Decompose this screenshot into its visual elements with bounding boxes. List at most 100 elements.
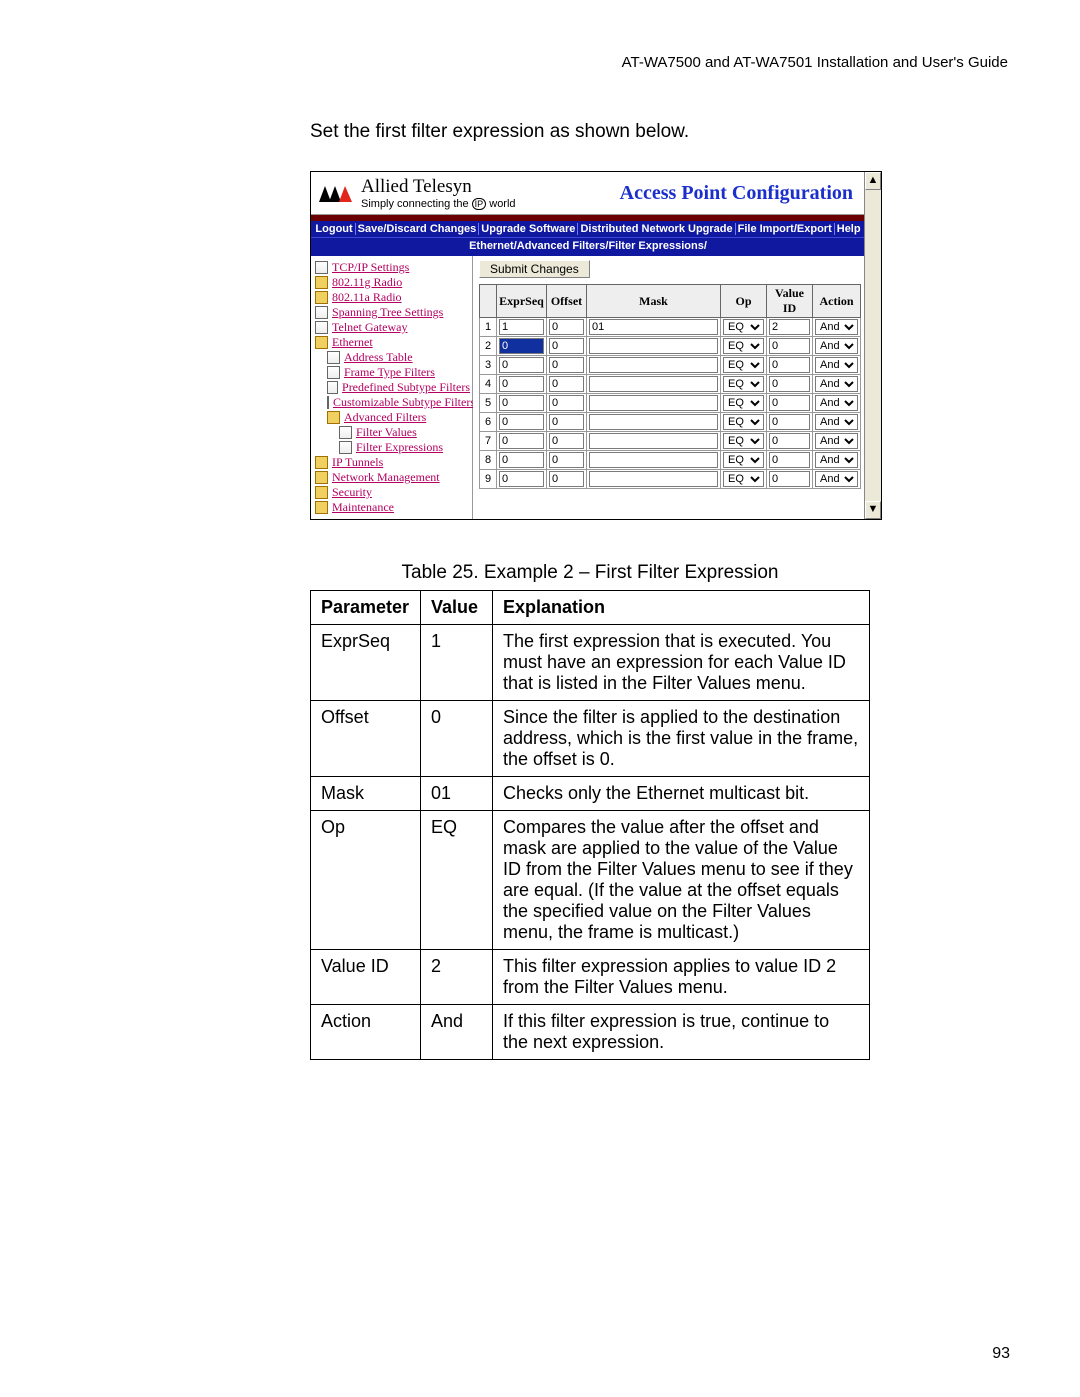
- valueid-input[interactable]: [769, 471, 810, 487]
- op-select[interactable]: EQ: [723, 471, 764, 487]
- nav-item[interactable]: Telnet Gateway: [315, 320, 470, 335]
- action-select[interactable]: And: [815, 338, 858, 354]
- nav-link[interactable]: Ethernet: [332, 335, 373, 350]
- action-select[interactable]: And: [815, 414, 858, 430]
- nav-item[interactable]: Advanced Filters: [315, 410, 470, 425]
- cmdbar-item[interactable]: Upgrade Software: [479, 223, 578, 235]
- mask-input[interactable]: [589, 471, 718, 487]
- nav-item[interactable]: Security: [315, 485, 470, 500]
- nav-link[interactable]: Advanced Filters: [344, 410, 426, 425]
- action-select[interactable]: And: [815, 433, 858, 449]
- cmdbar-item[interactable]: Logout: [313, 223, 355, 235]
- op-select[interactable]: EQ: [723, 319, 764, 335]
- mask-input[interactable]: [589, 376, 718, 392]
- nav-link[interactable]: Customizable Subtype Filters: [333, 395, 475, 410]
- valueid-input[interactable]: [769, 395, 810, 411]
- nav-link[interactable]: 802.11a Radio: [332, 290, 402, 305]
- action-select[interactable]: And: [815, 357, 858, 373]
- valueid-input[interactable]: [769, 414, 810, 430]
- nav-item[interactable]: Address Table: [315, 350, 470, 365]
- nav-item[interactable]: Network Management: [315, 470, 470, 485]
- exprseq-input[interactable]: [499, 357, 544, 373]
- op-select[interactable]: EQ: [723, 414, 764, 430]
- scrollbar[interactable]: ▲ ▼: [864, 172, 881, 519]
- action-select[interactable]: And: [815, 376, 858, 392]
- op-select[interactable]: EQ: [723, 376, 764, 392]
- valueid-input[interactable]: [769, 452, 810, 468]
- offset-input[interactable]: [549, 452, 584, 468]
- nav-link[interactable]: Network Management: [332, 470, 440, 485]
- op-select[interactable]: EQ: [723, 357, 764, 373]
- nav-item[interactable]: Filter Values: [315, 425, 470, 440]
- nav-item[interactable]: 802.11g Radio: [315, 275, 470, 290]
- nav-link[interactable]: TCP/IP Settings: [332, 260, 409, 275]
- cmdbar-item[interactable]: Distributed Network Upgrade: [578, 223, 735, 235]
- valueid-input[interactable]: [769, 338, 810, 354]
- mask-input[interactable]: [589, 395, 718, 411]
- action-select[interactable]: And: [815, 471, 858, 487]
- offset-input[interactable]: [549, 471, 584, 487]
- op-select[interactable]: EQ: [723, 433, 764, 449]
- scroll-up-icon[interactable]: ▲: [865, 172, 881, 190]
- action-select[interactable]: And: [815, 395, 858, 411]
- nav-item[interactable]: Predefined Subtype Filters: [315, 380, 470, 395]
- valueid-input[interactable]: [769, 319, 810, 335]
- nav-link[interactable]: Security: [332, 485, 372, 500]
- exprseq-input[interactable]: [499, 338, 544, 354]
- nav-link[interactable]: 802.11g Radio: [332, 275, 402, 290]
- nav-link[interactable]: Filter Values: [356, 425, 417, 440]
- submit-changes-button[interactable]: Submit Changes: [479, 260, 590, 278]
- nav-item[interactable]: Ethernet: [315, 335, 470, 350]
- valueid-input[interactable]: [769, 376, 810, 392]
- offset-input[interactable]: [549, 395, 584, 411]
- row-index: 1: [480, 318, 497, 337]
- cmdbar-item[interactable]: Help: [835, 223, 863, 235]
- exprseq-input[interactable]: [499, 471, 544, 487]
- nav-link[interactable]: Telnet Gateway: [332, 320, 407, 335]
- offset-input[interactable]: [549, 319, 584, 335]
- exprseq-input[interactable]: [499, 433, 544, 449]
- offset-input[interactable]: [549, 414, 584, 430]
- mask-input[interactable]: [589, 338, 718, 354]
- mask-input[interactable]: [589, 414, 718, 430]
- exprseq-input[interactable]: [499, 395, 544, 411]
- offset-input[interactable]: [549, 376, 584, 392]
- nav-link[interactable]: Filter Expressions: [356, 440, 443, 455]
- mask-input[interactable]: [589, 433, 718, 449]
- offset-input[interactable]: [549, 433, 584, 449]
- scroll-down-icon[interactable]: ▼: [865, 501, 881, 519]
- valueid-input[interactable]: [769, 357, 810, 373]
- exprseq-input[interactable]: [499, 414, 544, 430]
- exprseq-input[interactable]: [499, 452, 544, 468]
- cmdbar-item[interactable]: Save/Discard Changes: [356, 223, 480, 235]
- cmdbar-item[interactable]: File Import/Export: [736, 223, 835, 235]
- nav-link[interactable]: IP Tunnels: [332, 455, 383, 470]
- valueid-input[interactable]: [769, 433, 810, 449]
- nav-link[interactable]: Predefined Subtype Filters: [342, 380, 470, 395]
- action-select[interactable]: And: [815, 319, 858, 335]
- op-select[interactable]: EQ: [723, 338, 764, 354]
- offset-input[interactable]: [549, 338, 584, 354]
- nav-item[interactable]: Spanning Tree Settings: [315, 305, 470, 320]
- nav-item[interactable]: Maintenance: [315, 500, 470, 515]
- mask-input[interactable]: [589, 452, 718, 468]
- mask-input[interactable]: [589, 357, 718, 373]
- nav-item[interactable]: Filter Expressions: [315, 440, 470, 455]
- col-explanation: Explanation: [493, 591, 870, 625]
- nav-item[interactable]: Frame Type Filters: [315, 365, 470, 380]
- action-select[interactable]: And: [815, 452, 858, 468]
- nav-item[interactable]: TCP/IP Settings: [315, 260, 470, 275]
- offset-input[interactable]: [549, 357, 584, 373]
- mask-input[interactable]: [589, 319, 718, 335]
- nav-item[interactable]: 802.11a Radio: [315, 290, 470, 305]
- nav-link[interactable]: Address Table: [344, 350, 413, 365]
- exprseq-input[interactable]: [499, 376, 544, 392]
- op-select[interactable]: EQ: [723, 395, 764, 411]
- nav-link[interactable]: Maintenance: [332, 500, 394, 515]
- nav-item[interactable]: Customizable Subtype Filters: [315, 395, 470, 410]
- exprseq-input[interactable]: [499, 319, 544, 335]
- nav-link[interactable]: Spanning Tree Settings: [332, 305, 443, 320]
- nav-item[interactable]: IP Tunnels: [315, 455, 470, 470]
- nav-link[interactable]: Frame Type Filters: [344, 365, 435, 380]
- op-select[interactable]: EQ: [723, 452, 764, 468]
